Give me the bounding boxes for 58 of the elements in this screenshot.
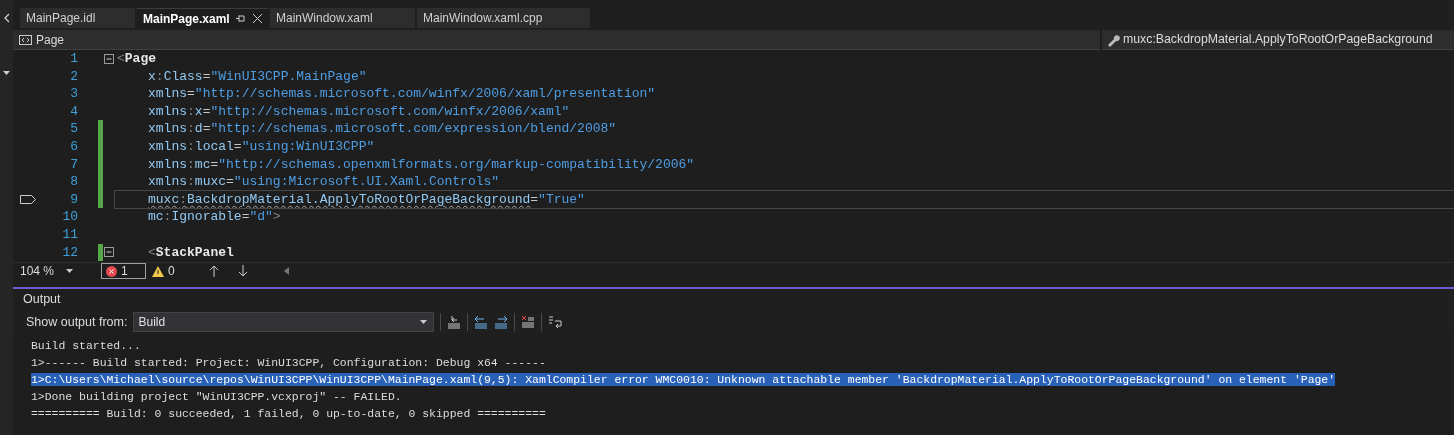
zoom-dropdown[interactable]: 104 % [13,262,73,280]
line-number: 8 [69,173,78,191]
line-number: 9 [69,190,78,209]
line-number: 10 [61,208,78,226]
file-tab[interactable]: MainPage.idl [20,8,135,28]
chevron-left-icon[interactable] [3,13,10,23]
code-line: <Page [117,51,157,66]
code-line: xmlns:d="http://schemas.microsoft.com/expression/blend/2008" [148,121,617,137]
output-line: Build started... [31,339,141,352]
output-source-dropdown[interactable]: Build [133,312,435,332]
arrow-up-icon[interactable] [208,265,219,277]
line-number: 7 [69,155,78,174]
file-tab[interactable]: MainWindow.xaml [270,8,415,28]
code-line: xmlns:x="http://schemas.microsoft.com/winfx/2006/xaml" [148,103,570,119]
code-line: x:Class="WinUI3CPP.MainPage" [148,68,367,84]
line-number: 4 [69,102,78,121]
previous-message-icon[interactable] [474,315,489,329]
warning-count-button[interactable]: 0 [152,262,175,280]
line-number: 5 [69,120,78,138]
code-line: xmlns:local="using:WinUI3CPP" [148,138,375,154]
code-line: mc:Ignorable="d"> [148,209,281,225]
line-number: 2 [69,67,78,86]
line-number: 12 [61,243,78,262]
caret-down-icon [420,320,428,324]
caret-down-icon [66,269,73,273]
code-line: xmlns:mc="http://schemas.openxmlformats.org/markup-compatibility/2006" [148,156,695,172]
file-tab[interactable]: MainWindow.xaml.cpp [417,8,590,28]
scroll-left-icon[interactable] [283,267,289,275]
arrow-down-icon[interactable] [237,265,248,277]
output-source-label: Show output from: [26,313,128,331]
pin-icon[interactable] [236,14,245,23]
caret-down-icon[interactable] [3,71,10,75]
clear-all-icon[interactable] [521,315,536,329]
element-icon [19,34,32,45]
wrench-icon [1106,32,1120,47]
code-line: <StackPanel [148,244,234,260]
output-line: ========== Build: 0 succeeded, 1 failed, 0 up-to-date, 0 skipped ========== [31,407,546,420]
output-line: 1>Done building project "WinUI3CPP.vcxproj" -- FAILED. [31,390,402,403]
output-line: 1>------ Build started: Project: WinUI3CPP, Configuration: Debug x64 ------ [31,356,546,369]
navigation-type[interactable]: Page [36,30,65,49]
collapse-icon[interactable] [104,247,114,258]
collapse-icon[interactable] [104,53,114,64]
panel-title: Output [23,290,61,308]
error-count-button[interactable]: 1 [101,263,146,279]
code-line: xmlns="http://schemas.microsoft.com/winfx/2006/xaml/presentation" [148,86,656,102]
code-line: muxc:BackdropMaterial.ApplyToRootOrPageBackground="True" [148,191,585,207]
find-message-icon[interactable] [447,315,462,329]
line-number: 11 [61,225,78,244]
next-message-icon[interactable] [494,315,509,329]
navigation-member[interactable]: muxc:BackdropMaterial.ApplyToRootOrPageBackground [1123,30,1433,49]
close-icon[interactable] [253,14,262,23]
line-number: 1 [69,50,78,68]
error-icon [106,265,117,277]
file-tab[interactable]: MainPage.xaml [137,8,268,28]
line-number: 6 [69,137,78,156]
word-wrap-icon[interactable] [548,315,565,329]
line-number: 3 [69,85,78,103]
code-line: xmlns:muxc="using:Microsoft.UI.Xaml.Controls" [148,174,500,190]
